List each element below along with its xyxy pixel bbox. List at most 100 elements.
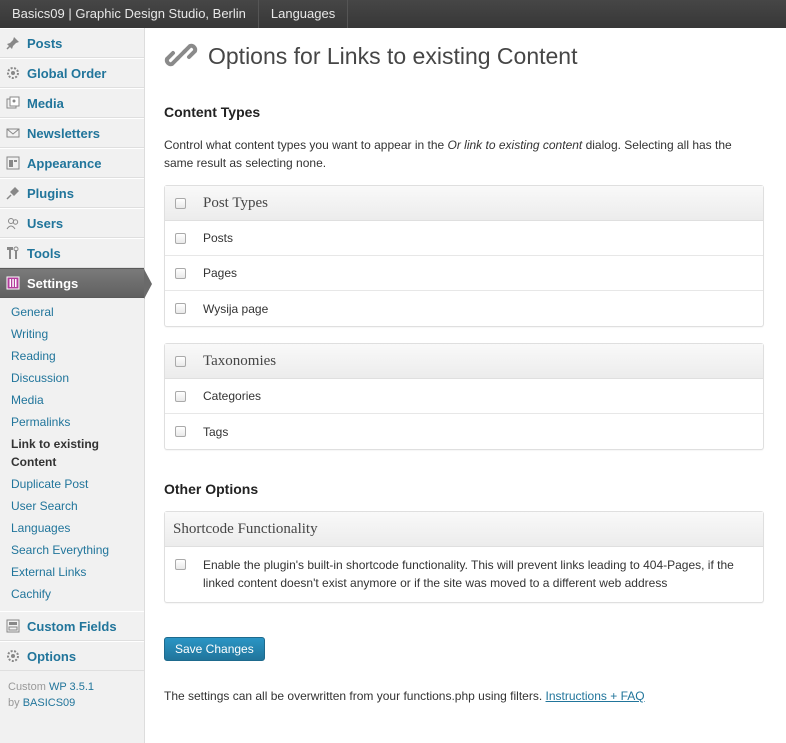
other-options-heading: Other Options [164, 481, 259, 497]
shortcode-checkbox[interactable] [175, 559, 186, 570]
main-content: Options for Links to existing Content Co… [164, 28, 764, 703]
menu-label: Settings [27, 275, 79, 291]
menu-label: Custom Fields [27, 618, 117, 634]
menu-label: Users [27, 215, 64, 231]
menu-item-newsletters[interactable]: Newsletters [0, 118, 144, 148]
post-type-row: Wysija page [165, 291, 763, 326]
shortcode-row: Enable the plugin's built-in shortcode f… [165, 547, 763, 602]
submenu-cachify[interactable]: Cachify [0, 583, 144, 605]
menu-label: Posts [27, 35, 63, 51]
media-icon [5, 95, 21, 111]
envelope-icon [5, 125, 21, 141]
content-types-heading: Content Types [164, 104, 261, 120]
submenu-current-line1: Link to existing [11, 437, 100, 451]
submenu-current-line2: Content [11, 455, 57, 469]
pin-icon [5, 35, 21, 51]
pages-checkbox[interactable] [175, 267, 186, 279]
post-types-select-all-checkbox[interactable] [175, 197, 186, 209]
menu-item-users[interactable]: Users [0, 208, 144, 238]
posts-label: Posts [203, 231, 234, 245]
wysija-page-checkbox[interactable] [175, 303, 186, 314]
submenu-discussion[interactable]: Discussion [0, 367, 144, 389]
shortcode-header: Shortcode Functionality [165, 512, 763, 547]
menu-item-tools[interactable]: Tools [0, 238, 144, 268]
shortcode-title: Shortcode Functionality [173, 520, 318, 537]
submenu-duplicate-post[interactable]: Duplicate Post [0, 473, 144, 495]
gear-icon [5, 65, 21, 81]
taxonomy-row: Categories [165, 379, 763, 414]
menu-item-appearance[interactable]: Appearance [0, 148, 144, 178]
categories-checkbox[interactable] [175, 390, 186, 402]
menu-item-media[interactable]: Media [0, 88, 144, 118]
shortcode-box: Shortcode Functionality Enable the plugi… [164, 511, 764, 603]
submit-row: Save Changes [164, 637, 764, 661]
menu-label: Options [27, 648, 77, 664]
submenu-search-everything[interactable]: Search Everything [0, 539, 144, 561]
tags-checkbox[interactable] [175, 426, 186, 437]
desc-emphasis: Or link to existing content [447, 138, 583, 152]
submenu-writing[interactable]: Writing [0, 323, 144, 345]
appearance-icon [5, 155, 21, 171]
menu-item-settings[interactable]: Settings [0, 268, 152, 299]
page-title: Options for Links to existing Content [208, 42, 578, 69]
menu-label: Plugins [27, 185, 74, 201]
footer-custom: Custom [8, 681, 46, 693]
footer-author-link[interactable]: BASICS09 [23, 697, 76, 709]
submenu-user-search[interactable]: User Search [0, 495, 144, 517]
taxonomies-header: Taxonomies [165, 344, 763, 379]
settings-submenu: General Writing Reading Discussion Media… [0, 298, 144, 611]
menu-item-plugins[interactable]: Plugins [0, 178, 144, 208]
submenu-external-links[interactable]: External Links [0, 561, 144, 583]
footer-by: by [8, 697, 20, 709]
save-changes-button[interactable]: Save Changes [164, 637, 265, 661]
menu-label: Global Order [27, 65, 107, 81]
footer-note-text: The settings can all be overwritten from… [164, 689, 543, 703]
taxonomies-select-all-checkbox[interactable] [175, 355, 186, 367]
post-types-box: Post Types Posts Pages Wysija page [164, 185, 764, 327]
post-types-header: Post Types [165, 186, 763, 221]
menu-item-custom-fields[interactable]: Custom Fields [0, 611, 144, 641]
footer-wp-version-link[interactable]: WP 3.5.1 [49, 681, 94, 693]
taxonomy-row: Tags [165, 414, 763, 449]
users-icon [5, 215, 21, 231]
pages-label: Pages [203, 266, 238, 280]
submenu-reading[interactable]: Reading [0, 345, 144, 367]
desc-part1: Control what content types you want to a… [164, 138, 448, 152]
admin-sidebar: Posts Global Order Media Newsletters App… [0, 28, 152, 743]
submenu-languages[interactable]: Languages [0, 517, 144, 539]
post-type-row: Posts [165, 221, 763, 256]
settings-icon [5, 275, 21, 291]
plug-icon [5, 185, 21, 201]
submenu-general[interactable]: General [0, 301, 144, 323]
gear-icon [5, 648, 21, 664]
footer-note: The settings can all be overwritten from… [164, 689, 764, 703]
admin-bar: Basics09 | Graphic Design Studio, Berlin… [0, 0, 786, 28]
menu-item-global-order[interactable]: Global Order [0, 58, 144, 88]
menu-label: Tools [27, 245, 61, 261]
tags-label: Tags [203, 424, 229, 439]
submenu-link-to-existing-content[interactable]: Link to existing Content [0, 433, 144, 473]
post-types-title: Post Types [203, 194, 268, 211]
submenu-permalinks[interactable]: Permalinks [0, 411, 144, 433]
languages-menu[interactable]: Languages [259, 0, 349, 28]
taxonomies-title: Taxonomies [203, 352, 277, 369]
shortcode-description: Enable the plugin's built-in shortcode f… [203, 558, 734, 590]
custom-fields-icon [5, 618, 21, 634]
site-name-link[interactable]: Basics09 | Graphic Design Studio, Berlin [0, 0, 259, 28]
post-type-row: Pages [165, 256, 763, 291]
menu-label: Newsletters [27, 125, 100, 141]
link-chain-icon [164, 38, 198, 75]
sidebar-footer: Custom WP 3.5.1 by BASICS09 [0, 671, 144, 711]
content-types-description: Control what content types you want to a… [164, 136, 764, 172]
categories-label: Categories [203, 389, 262, 403]
menu-item-options[interactable]: Options [0, 641, 144, 671]
posts-checkbox[interactable] [175, 232, 186, 244]
wysija-page-label: Wysija page [203, 301, 269, 316]
instructions-faq-link[interactable]: Instructions + FAQ [546, 689, 645, 703]
submenu-media[interactable]: Media [0, 389, 144, 411]
menu-label: Appearance [27, 155, 102, 171]
page-header: Options for Links to existing Content [164, 28, 764, 84]
taxonomies-box: Taxonomies Categories Tags [164, 343, 764, 450]
menu-label: Media [27, 95, 64, 111]
menu-item-posts[interactable]: Posts [0, 28, 144, 58]
